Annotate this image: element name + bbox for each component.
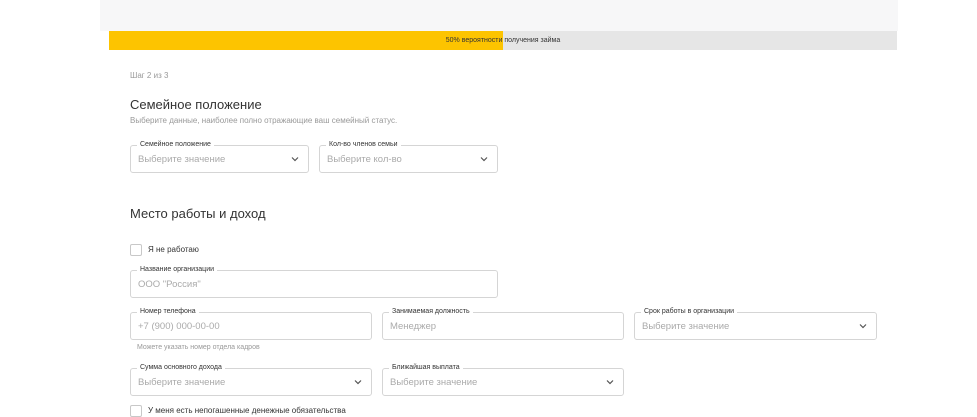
obligations-checkbox[interactable]: [130, 405, 142, 417]
tenure-select[interactable]: Срок работы в организации Выберите значе…: [634, 307, 877, 340]
step-indicator: Шаг 2 из 3: [130, 71, 169, 80]
family-section-title: Семейное положение: [130, 97, 262, 112]
top-band: [100, 0, 898, 31]
position-input[interactable]: Занимаемая должность Менеджер: [382, 307, 624, 340]
chevron-down-icon: [606, 380, 614, 385]
organization-label: Название организации: [137, 265, 218, 275]
organization-placeholder: ООО "Россия": [138, 279, 201, 290]
family-section-subtitle: Выберите данные, наиболее полно отражающ…: [130, 116, 398, 125]
family-status-placeholder: Выберите значение: [138, 154, 226, 165]
payout-placeholder: Выберите значение: [390, 377, 478, 388]
work-section-title: Место работы и доход: [130, 206, 266, 221]
family-status-select[interactable]: Семейное положение Выберите значение: [130, 140, 309, 173]
family-status-label: Семейное положение: [137, 140, 214, 150]
progress-text: 50% вероятности получения займа: [445, 37, 561, 44]
income-select[interactable]: Сумма основного дохода Выберите значение: [130, 363, 372, 396]
chevron-down-icon: [291, 157, 299, 162]
position-placeholder: Менеджер: [390, 321, 437, 332]
phone-input[interactable]: Номер телефона +7 (900) 000-00-00: [130, 307, 372, 340]
chevron-down-icon: [480, 157, 488, 162]
form-card: Шаг 2 из 3 Семейное положение Выберите д…: [109, 50, 897, 417]
not-working-label: Я не работаю: [148, 245, 199, 254]
tenure-placeholder: Выберите значение: [642, 321, 730, 332]
payout-label: Ближайшая выплата: [389, 363, 463, 373]
organization-input[interactable]: Название организации ООО "Россия": [130, 265, 498, 298]
phone-hint: Можете указать номер отдела кадров: [137, 344, 260, 351]
approval-progress-bar: 50% вероятности получения займа: [109, 31, 897, 50]
family-members-select[interactable]: Кол-во членов семьи Выберите кол-во: [319, 140, 498, 173]
position-label: Занимаемая должность: [389, 307, 473, 317]
tenure-label: Срок работы в организации: [641, 307, 738, 317]
family-members-placeholder: Выберите кол-во: [327, 154, 402, 165]
chevron-down-icon: [354, 380, 362, 385]
obligations-label: У меня есть непогашенные денежные обязат…: [148, 406, 346, 415]
phone-label: Номер телефона: [137, 307, 199, 317]
payout-select[interactable]: Ближайшая выплата Выберите значение: [382, 363, 624, 396]
income-placeholder: Выберите значение: [138, 377, 226, 388]
income-label: Сумма основного дохода: [137, 363, 225, 373]
chevron-down-icon: [859, 324, 867, 329]
family-members-label: Кол-во членов семьи: [326, 140, 401, 150]
not-working-checkbox[interactable]: [130, 244, 142, 256]
phone-placeholder: +7 (900) 000-00-00: [138, 321, 220, 332]
